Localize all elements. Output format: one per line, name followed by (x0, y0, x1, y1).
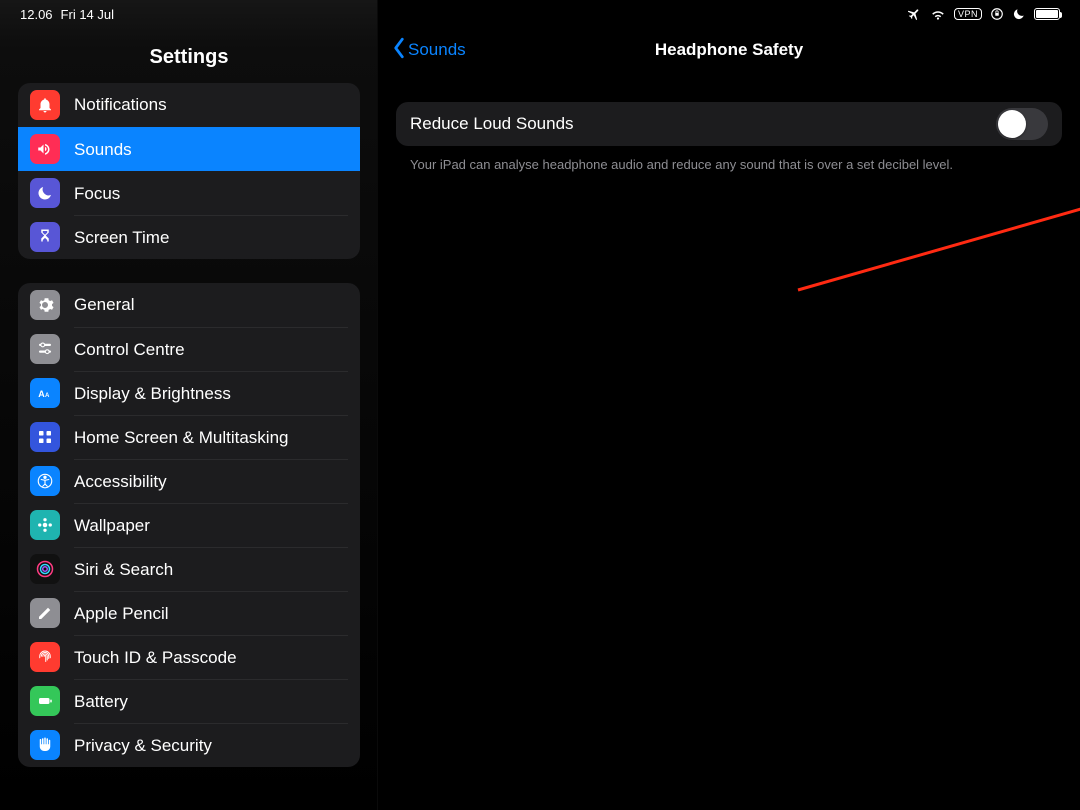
hourglass-icon (30, 222, 60, 252)
gear-icon (30, 290, 60, 320)
sidebar-item-privacy[interactable]: Privacy & Security (18, 723, 360, 767)
back-button[interactable]: Sounds (392, 37, 466, 64)
grid-icon (30, 422, 60, 452)
status-time: 12.06 (20, 7, 53, 22)
sidebar-item-apple-pencil[interactable]: Apple Pencil (18, 591, 360, 635)
moon-icon (30, 178, 60, 208)
settings-sidebar: Settings Notifications Sounds Focus (0, 0, 378, 810)
sidebar-item-label: Touch ID & Passcode (74, 648, 237, 668)
sidebar-item-focus[interactable]: Focus (18, 171, 360, 215)
status-bar: 12.06 Fri 14 Jul VPN (0, 0, 1080, 28)
sidebar-item-label: Notifications (74, 95, 167, 115)
sidebar-item-sounds[interactable]: Sounds (18, 127, 360, 171)
orientation-lock-icon (990, 7, 1004, 21)
svg-text:A: A (45, 393, 50, 399)
sidebar-item-touch-id[interactable]: Touch ID & Passcode (18, 635, 360, 679)
speaker-icon (30, 134, 60, 164)
hand-icon (30, 730, 60, 760)
sidebar-item-label: Display & Brightness (74, 384, 231, 404)
sidebar-group-general: General Control Centre AA Display & Brig… (18, 283, 360, 767)
pencil-icon (30, 598, 60, 628)
sidebar-item-label: Siri & Search (74, 560, 173, 580)
svg-text:A: A (38, 389, 45, 399)
section-footer: Your iPad can analyse headphone audio an… (396, 146, 1062, 174)
sidebar-item-label: Wallpaper (74, 516, 150, 536)
sidebar-item-label: Privacy & Security (74, 736, 212, 756)
sidebar-item-battery[interactable]: Battery (18, 679, 360, 723)
sidebar-item-label: Focus (74, 184, 120, 204)
status-date: Fri 14 Jul (61, 7, 114, 22)
chevron-left-icon (392, 37, 406, 64)
sidebar-item-label: General (74, 295, 134, 315)
sidebar-item-notifications[interactable]: Notifications (18, 83, 360, 127)
detail-pane: Sounds Headphone Safety Reduce Loud Soun… (378, 0, 1080, 810)
sidebar-item-wallpaper[interactable]: Wallpaper (18, 503, 360, 547)
airplane-mode-icon (908, 7, 922, 21)
sidebar-item-label: Control Centre (74, 340, 185, 360)
battery-icon (1034, 8, 1060, 20)
siri-icon (30, 554, 60, 584)
sidebar-item-control-centre[interactable]: Control Centre (18, 327, 360, 371)
sidebar-item-siri[interactable]: Siri & Search (18, 547, 360, 591)
page-title: Headphone Safety (655, 40, 803, 60)
sidebar-item-screen-time[interactable]: Screen Time (18, 215, 360, 259)
sidebar-item-label: Sounds (74, 140, 132, 160)
flower-icon (30, 510, 60, 540)
row-label: Reduce Loud Sounds (410, 114, 574, 134)
bell-icon (30, 90, 60, 120)
toggle-knob (998, 110, 1026, 138)
sidebar-item-home-screen[interactable]: Home Screen & Multitasking (18, 415, 360, 459)
text-size-icon: AA (30, 378, 60, 408)
sidebar-title: Settings (0, 28, 378, 83)
wifi-icon (930, 6, 946, 22)
vpn-badge: VPN (954, 8, 982, 20)
sidebar-item-label: Apple Pencil (74, 604, 169, 624)
sidebar-item-accessibility[interactable]: Accessibility (18, 459, 360, 503)
sidebar-item-display[interactable]: AA Display & Brightness (18, 371, 360, 415)
sidebar-item-label: Home Screen & Multitasking (74, 428, 288, 448)
sidebar-item-label: Battery (74, 692, 128, 712)
sidebar-item-label: Accessibility (74, 472, 167, 492)
accessibility-icon (30, 466, 60, 496)
reduce-loud-sounds-row: Reduce Loud Sounds (396, 102, 1062, 146)
battery-icon (30, 686, 60, 716)
back-label: Sounds (408, 40, 466, 60)
detail-navbar: Sounds Headphone Safety (378, 28, 1080, 72)
sidebar-item-general[interactable]: General (18, 283, 360, 327)
moon-icon (1012, 7, 1026, 21)
sliders-icon (30, 334, 60, 364)
reduce-loud-sounds-toggle[interactable] (996, 108, 1048, 140)
fingerprint-icon (30, 642, 60, 672)
sidebar-group-personal: Notifications Sounds Focus Screen Time (18, 83, 360, 259)
sidebar-item-label: Screen Time (74, 228, 169, 248)
